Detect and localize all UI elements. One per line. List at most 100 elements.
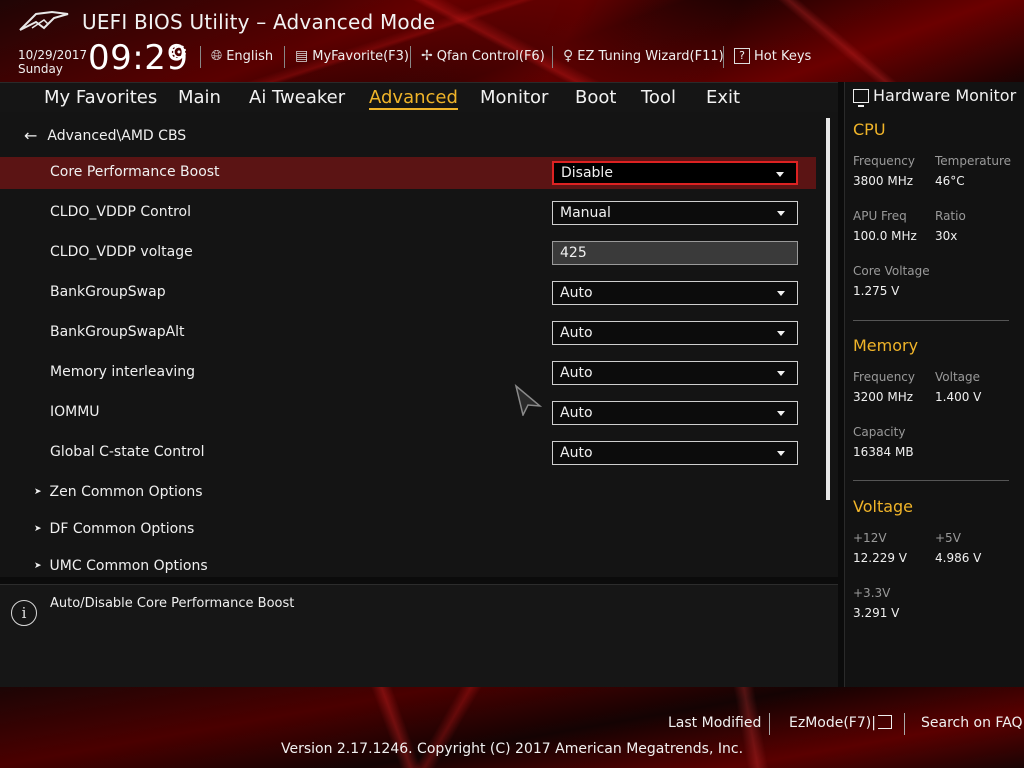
tab-exit[interactable]: Exit [706,87,740,108]
ratio-value: 30x [935,229,958,243]
language-button[interactable]: 🌐︎ English [211,48,273,64]
divider [552,46,553,68]
favorite-list-icon: ▤ [295,48,309,64]
language-label: English [226,48,274,64]
back-arrow-icon[interactable]: ← [24,126,37,145]
divider [200,46,201,68]
cpu-frequency-label: Frequency [853,154,915,168]
tab-monitor[interactable]: Monitor [480,87,548,108]
setting-label: Global C-state Control [50,444,205,460]
dropdown-value: Auto [560,405,593,421]
date-display: 10/29/2017 Sunday [18,48,87,76]
last-modified-button[interactable]: Last Modified [668,715,761,731]
date-text: 10/29/2017 [18,48,88,62]
setting-row-bankgroupswap[interactable]: BankGroupSwap Auto [0,277,816,309]
memory-interleaving-dropdown[interactable]: Auto [552,361,798,385]
cldo-vddp-control-dropdown[interactable]: Manual [552,201,798,225]
cldo-vddp-voltage-input[interactable]: 425 [552,241,798,265]
tab-my-favorites[interactable]: My Favorites [44,87,157,108]
fan-icon: ✢ [421,48,433,64]
tab-main[interactable]: Main [178,87,221,108]
breadcrumb-path: Advanced\AMD CBS [47,127,187,144]
setting-row-bankgroupswapalt[interactable]: BankGroupSwapAlt Auto [0,317,816,349]
setting-row-cldo-vddp-control[interactable]: CLDO_VDDP Control Manual [0,197,816,229]
qfan-label: Qfan Control(F6) [436,48,545,64]
ezmode-label: EzMode(F7)| [789,715,876,731]
submenu-umc-common-options[interactable]: ➤ UMC Common Options [34,558,208,574]
expand-arrow-icon: ➤ [34,524,42,534]
memory-capacity-label: Capacity [853,425,906,439]
core-voltage-label: Core Voltage [853,264,930,278]
hot-keys-label: Hot Keys [754,48,812,64]
expand-arrow-icon: ➤ [34,487,42,497]
dropdown-value: Auto [560,365,593,381]
input-value: 425 [560,245,587,261]
qfan-control-button[interactable]: ✢ Qfan Control(F6) [421,48,545,64]
submenu-df-common-options[interactable]: ➤ DF Common Options [34,521,194,537]
tab-boot[interactable]: Boot [575,87,616,108]
ezmode-button[interactable]: EzMode(F7)| [789,715,892,731]
apu-freq-label: APU Freq [853,209,907,223]
dropdown-caret-icon [777,371,785,376]
tab-tool[interactable]: Tool [641,87,676,108]
dropdown-caret-icon [777,411,785,416]
scrollbar[interactable] [826,118,830,500]
submenu-label: UMC Common Options [49,558,208,574]
v5-value: 4.986 V [935,551,982,565]
dropdown-caret-icon [777,451,785,456]
main-tab-bar: My Favorites Main Ai Tweaker Advanced Mo… [0,82,838,112]
setting-label: CLDO_VDDP Control [50,204,192,220]
divider [410,46,411,68]
submenu-zen-common-options[interactable]: ➤ Zen Common Options [34,484,203,500]
dropdown-value: Manual [560,205,611,221]
core-performance-boost-dropdown[interactable]: Disable [552,161,798,185]
dropdown-value: Auto [560,325,593,341]
setting-row-cldo-vddp-voltage[interactable]: CLDO_VDDP voltage 425 [0,237,816,269]
setting-label: BankGroupSwap [50,284,166,300]
memory-heading: Memory [853,336,919,355]
info-icon: i [11,600,37,626]
cpu-temperature-value: 46°C [935,174,965,188]
bankgroupswap-dropdown[interactable]: Auto [552,281,798,305]
setting-label: BankGroupSwapAlt [50,324,185,340]
dropdown-caret-icon [777,331,785,336]
setting-row-memory-interleaving[interactable]: Memory interleaving Auto [0,357,816,389]
divider [284,46,285,68]
tab-advanced[interactable]: Advanced [369,87,458,110]
iommu-dropdown[interactable]: Auto [552,401,798,425]
myfavorite-button[interactable]: ▤ MyFavorite(F3) [295,48,409,64]
search-faq-button[interactable]: Search on FAQ [921,715,1023,731]
hardware-monitor-title: Hardware Monitor [853,86,1016,107]
submenu-label: Zen Common Options [49,484,203,500]
window-title: UEFI BIOS Utility – Advanced Mode [82,10,436,34]
bankgroupswapalt-dropdown[interactable]: Auto [552,321,798,345]
mouse-cursor-icon [514,384,542,416]
gear-icon[interactable]: ⚙ [170,40,188,64]
expand-arrow-icon: ➤ [34,561,42,571]
footer-bar: Last Modified EzMode(F7)| Search on FAQ … [0,687,1024,768]
v12-label: +12V [853,531,887,545]
breadcrumb[interactable]: ← Advanced\AMD CBS [24,126,186,145]
global-c-state-control-dropdown[interactable]: Auto [552,441,798,465]
dropdown-caret-icon [777,211,785,216]
setting-label: CLDO_VDDP voltage [50,244,193,260]
setting-label: Core Performance Boost [50,164,220,180]
setting-row-global-c-state-control[interactable]: Global C-state Control Auto [0,437,816,469]
voltage-heading: Voltage [853,497,914,516]
setting-label: Memory interleaving [50,364,196,380]
v33-value: 3.291 V [853,606,900,620]
dropdown-value: Disable [561,165,613,181]
setting-row-core-performance-boost[interactable]: Core Performance Boost Disable [0,157,816,189]
header-bar: UEFI BIOS Utility – Advanced Mode 10/29/… [0,0,1024,82]
memory-voltage-label: Voltage [935,370,981,384]
memory-frequency-value: 3200 MHz [853,390,914,404]
tab-ai-tweaker[interactable]: Ai Tweaker [249,87,345,108]
hardware-monitor-panel: Hardware Monitor CPU Frequency Temperatu… [844,82,1024,687]
hot-keys-button[interactable]: ? Hot Keys [734,48,811,64]
cpu-frequency-value: 3800 MHz [853,174,914,188]
divider [853,480,1009,481]
divider [769,713,770,735]
setting-row-iommu[interactable]: IOMMU Auto [0,397,816,429]
rog-logo-icon [19,10,69,31]
ez-tuning-wizard-button[interactable]: ♀ EZ Tuning Wizard(F11) [563,48,724,64]
